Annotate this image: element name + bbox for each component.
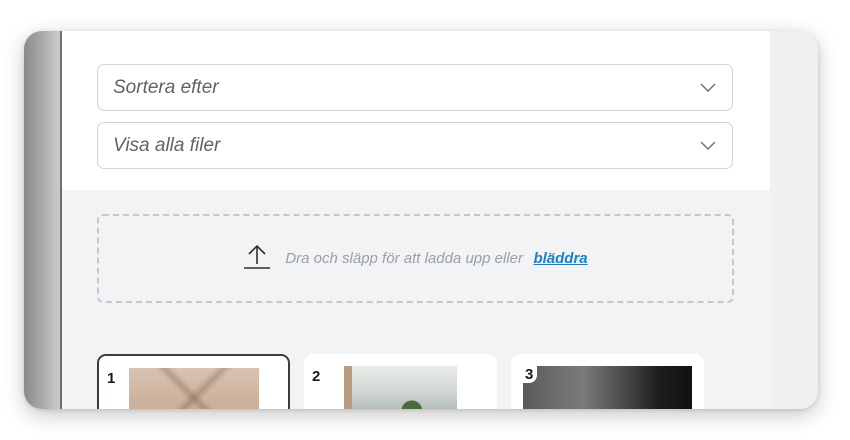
app-window: Sortera efter Visa alla filer Dra och sl… — [24, 31, 818, 409]
card-number: 2 — [312, 368, 321, 385]
card-number: 1 — [107, 370, 116, 387]
image-thumbnail — [129, 368, 259, 409]
chevron-down-icon — [700, 83, 716, 92]
image-thumbnail — [344, 366, 457, 409]
right-column — [770, 31, 818, 409]
gallery-card-1[interactable]: 1 — [97, 354, 290, 409]
upload-prompt: Dra och släpp för att ladda upp eller — [285, 249, 523, 267]
upload-prompt-text: Dra och släpp för att ladda upp eller bl… — [285, 250, 587, 268]
upload-dropzone[interactable]: Dra och släpp för att ladda upp eller bl… — [97, 214, 734, 303]
browse-link[interactable]: bläddra — [533, 250, 587, 267]
gallery-card-3[interactable]: 3 — [511, 354, 704, 409]
image-thumbnail — [523, 366, 692, 409]
gallery-card-2[interactable]: 2 — [304, 354, 497, 409]
sort-by-label: Sortera efter — [113, 76, 219, 98]
file-filter-select[interactable]: Visa alla filer — [97, 122, 733, 169]
chevron-down-icon — [700, 141, 716, 150]
left-sidebar-edge — [24, 31, 62, 409]
upload-arrow-icon — [244, 244, 271, 269]
sort-by-select[interactable]: Sortera efter — [97, 64, 733, 111]
panel-top-bar — [62, 31, 770, 46]
file-filter-label: Visa alla filer — [113, 134, 221, 156]
filter-section: Sortera efter Visa alla filer — [62, 46, 770, 190]
file-panel: Sortera efter Visa alla filer Dra och sl… — [62, 31, 802, 409]
